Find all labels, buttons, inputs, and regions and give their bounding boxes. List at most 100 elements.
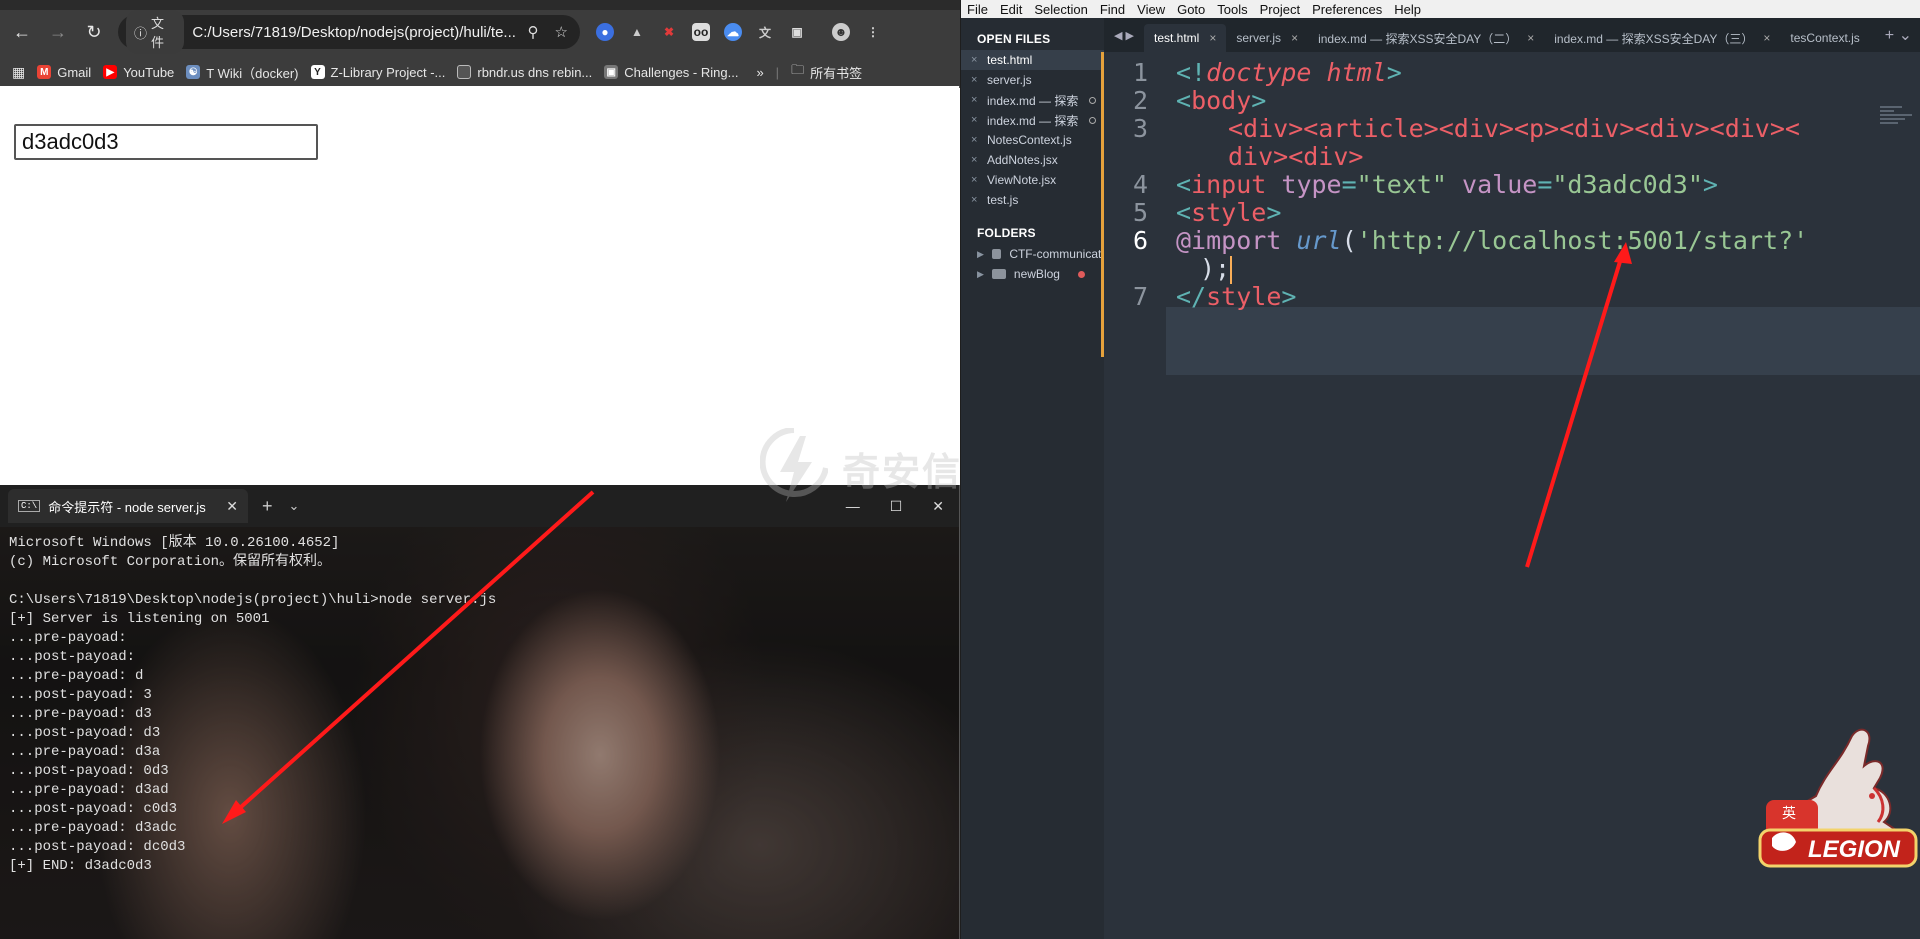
forward-button[interactable]: →	[44, 18, 72, 46]
address-bar[interactable]: ⓘ 文件 C:/Users/71819/Desktop/nodejs(proje…	[118, 10, 580, 54]
open-file-item[interactable]: × server.js	[961, 70, 1104, 90]
close-tab-icon[interactable]: ×	[1209, 31, 1216, 45]
open-file-item[interactable]: × test.js	[961, 190, 1104, 210]
bookmark-star-icon[interactable]: ☆	[555, 23, 568, 41]
editor-tab[interactable]: tesContext.js	[1780, 24, 1869, 52]
git-status-dot-icon	[1077, 270, 1085, 278]
open-file-item[interactable]: × NotesContext.js	[961, 130, 1104, 150]
bookmark-rbndr[interactable]: rbndr.us dns rebin...	[457, 65, 592, 80]
close-file-icon[interactable]: ×	[971, 154, 981, 166]
terminal-line: Microsoft Windows [版本 10.0.26100.4652]	[9, 535, 340, 551]
site-info-chip[interactable]: ⓘ 文件	[126, 10, 185, 54]
open-file-item[interactable]: × AddNotes.jsx	[961, 150, 1104, 170]
zoom-icon[interactable]: ⚲	[528, 23, 539, 41]
url-text[interactable]: C:/Users/71819/Desktop/nodejs(project)/h…	[192, 24, 527, 41]
close-file-icon[interactable]: ×	[971, 94, 981, 106]
menu-item-tools[interactable]: Tools	[1217, 2, 1247, 17]
menu-item-selection[interactable]: Selection	[1034, 2, 1087, 17]
editor-tabs: test.html × server.js × index.md — 探索XSS安全DA…	[1144, 18, 1870, 52]
profile-avatar[interactable]: ☻	[832, 23, 850, 41]
close-file-icon[interactable]: ×	[971, 194, 981, 206]
extension-hat-icon[interactable]: ▲	[628, 23, 646, 41]
bookmark-gmail[interactable]: M Gmail	[37, 65, 91, 80]
bookmark-label: T Wiki（docker)	[206, 65, 299, 81]
bookmark-challenges[interactable]: ▣ Challenges - Ring...	[604, 65, 738, 80]
folder-label: CTF-communicati	[1009, 247, 1104, 261]
payload-text-input[interactable]	[14, 124, 318, 160]
extension-cloud-icon[interactable]: ☁	[724, 23, 742, 41]
menu-item-project[interactable]: Project	[1260, 2, 1300, 17]
menu-item-view[interactable]: View	[1137, 2, 1165, 17]
code-line-2: <body>	[1176, 86, 1267, 115]
open-file-item[interactable]: × test.html	[961, 50, 1104, 70]
extension-glasses-icon[interactable]: oo	[692, 23, 710, 41]
back-button[interactable]: ←	[8, 18, 36, 46]
line-number: 1	[1132, 58, 1148, 87]
menu-item-edit[interactable]: Edit	[1000, 2, 1022, 17]
extension-translate-icon[interactable]: 文	[756, 23, 774, 41]
terminal-line: ...post-payoad: 3	[9, 687, 152, 703]
editor-tab[interactable]: index.md — 探索XSS安全DAY（二） ×	[1308, 24, 1544, 52]
menu-item-file[interactable]: File	[967, 2, 988, 17]
bookmarks-overflow-button[interactable]: »	[756, 65, 763, 80]
close-file-icon[interactable]: ×	[971, 114, 981, 126]
expand-arrow-icon[interactable]: ▶	[977, 269, 984, 280]
editor-tab-label: index.md — 探索XSS安全DAY（三）	[1554, 31, 1754, 46]
expand-arrow-icon[interactable]: ▶	[977, 249, 984, 260]
terminal-line: ...post-payoad:	[9, 649, 136, 665]
line-number-gutter: 123 456 7	[1104, 52, 1166, 939]
bookmark-t-wiki[interactable]: ☯ T Wiki（docker)	[186, 63, 299, 82]
menu-item-find[interactable]: Find	[1100, 2, 1125, 17]
menu-item-help[interactable]: Help	[1394, 2, 1421, 17]
tab-dropdown-icon[interactable]: ⌄	[289, 498, 300, 514]
close-file-icon[interactable]: ×	[971, 74, 981, 86]
terminal-line: ...post-payoad: dc0d3	[9, 839, 186, 855]
info-icon: ⓘ	[134, 25, 148, 41]
editor-tab[interactable]: server.js ×	[1226, 24, 1308, 52]
line-number: 2	[1132, 86, 1148, 115]
line-number: 3	[1132, 114, 1148, 143]
new-tab-plus-icon[interactable]: + ⌄	[1885, 25, 1912, 45]
extension-blue-icon[interactable]: ●	[596, 23, 614, 41]
open-file-item[interactable]: × index.md — 探索	[961, 110, 1104, 130]
open-file-label: test.html	[987, 53, 1033, 67]
apps-grid-icon[interactable]: ▦	[12, 64, 25, 81]
terminal-output[interactable]: Microsoft Windows [版本 10.0.26100.4652] (c…	[9, 534, 496, 876]
tab-scroll-arrows-icon[interactable]: ◀ ▶	[1104, 29, 1144, 42]
gmail-icon: M	[37, 65, 52, 79]
close-tab-icon[interactable]: ×	[1763, 31, 1770, 45]
open-files-header: OPEN FILES	[977, 32, 1051, 46]
close-file-icon[interactable]: ×	[971, 134, 981, 146]
code-line-7: </style>	[1176, 282, 1297, 311]
close-file-icon[interactable]: ×	[971, 54, 981, 66]
minimap[interactable]	[1880, 106, 1916, 128]
youtube-icon: ▶	[103, 65, 118, 79]
extension-x-icon[interactable]: ✖	[660, 23, 678, 41]
code-line-3: <div><article><div><p><div><div><div><	[1228, 114, 1800, 143]
menu-item-goto[interactable]: Goto	[1177, 2, 1205, 17]
open-file-label: server.js	[987, 73, 1032, 87]
editor-tab[interactable]: test.html ×	[1144, 24, 1227, 52]
bookmark-youtube[interactable]: ▶ YouTube	[103, 65, 174, 80]
line-number: 4	[1132, 170, 1148, 199]
extensions-puzzle-icon[interactable]: ▣	[788, 23, 806, 41]
bookmark-zlibrary[interactable]: Y Z-Library Project -...	[310, 65, 445, 80]
menu-item-preferences[interactable]: Preferences	[1312, 2, 1382, 17]
terminal-tab[interactable]: C:\ 命令提示符 - node server.js ✕	[8, 489, 248, 523]
close-tab-icon[interactable]: ✕	[226, 498, 238, 515]
browser-menu-icon[interactable]: ⋮	[864, 23, 882, 41]
folder-item[interactable]: ▶ newBlog	[961, 264, 1104, 284]
close-file-icon[interactable]: ×	[971, 174, 981, 186]
editor-tab[interactable]: index.md — 探索XSS安全DAY（三） ×	[1544, 24, 1780, 52]
folder-item[interactable]: ▶ CTF-communicati	[961, 244, 1104, 264]
close-tab-icon[interactable]: ×	[1527, 31, 1534, 45]
lightning-bolt-icon	[760, 428, 828, 502]
open-files-list: × test.html × server.js × index.md — 探索 × index…	[961, 50, 1104, 210]
code-line-3-wrap: div><div>	[1228, 142, 1364, 171]
open-file-item[interactable]: × index.md — 探索	[961, 90, 1104, 110]
open-file-item[interactable]: × ViewNote.jsx	[961, 170, 1104, 190]
reload-button[interactable]: ↻	[80, 18, 108, 46]
close-tab-icon[interactable]: ×	[1291, 31, 1298, 45]
new-tab-button[interactable]: +	[262, 496, 273, 517]
all-bookmarks-button[interactable]: 🗀 所有书签	[791, 61, 862, 83]
